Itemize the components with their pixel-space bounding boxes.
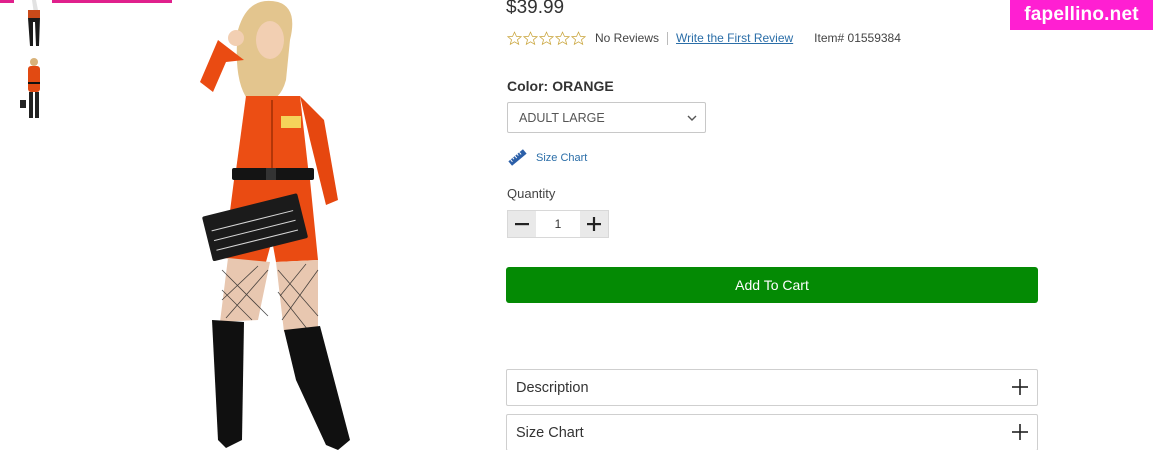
star-outline-icon: [507, 30, 522, 45]
item-number: Item# 01559384: [814, 31, 901, 45]
accordion-description[interactable]: Description: [506, 369, 1038, 406]
quantity-input[interactable]: 1: [536, 211, 580, 237]
ruler-icon: [508, 149, 527, 166]
chevron-down-icon: [687, 115, 697, 121]
quantity-label: Quantity: [507, 186, 556, 201]
no-reviews-label: No Reviews: [595, 31, 660, 45]
star-outline-icon: [523, 30, 538, 45]
product-main-image[interactable]: [178, 0, 378, 450]
divider: [667, 31, 669, 45]
quantity-decrease-button[interactable]: [508, 211, 536, 237]
thumbnail-2[interactable]: [14, 56, 52, 120]
costume-model-image: [200, 0, 350, 450]
size-chart-link[interactable]: Size Chart: [508, 148, 587, 167]
review-summary: No Reviews Write the First Review Item# …: [507, 29, 901, 47]
plus-icon: [1012, 379, 1028, 395]
color-label-text: Color:: [507, 78, 549, 94]
quantity-stepper: 1: [507, 210, 609, 238]
star-outline-icon: [539, 30, 554, 45]
accordion-size-chart[interactable]: Size Chart: [506, 414, 1038, 450]
write-review-link[interactable]: Write the First Review: [676, 31, 793, 45]
plus-icon: [1012, 424, 1028, 440]
accordion-description-label: Description: [516, 379, 589, 396]
thumbnail-1[interactable]: [14, 0, 52, 48]
color-label: Color: ORANGE: [507, 78, 614, 94]
thumbnail-2-image: [20, 58, 40, 118]
plus-icon: [587, 217, 601, 231]
star-outline-icon: [571, 30, 586, 45]
minus-icon: [515, 223, 529, 226]
quantity-increase-button[interactable]: [580, 211, 608, 237]
product-price: $39.99: [506, 0, 565, 18]
thumbnail-1-image: [28, 0, 40, 46]
accordion-size-chart-label: Size Chart: [516, 424, 584, 441]
size-dropdown[interactable]: ADULT LARGE: [507, 102, 706, 133]
size-selected-value: ADULT LARGE: [519, 110, 605, 125]
star-outline-icon: [555, 30, 570, 45]
color-value: ORANGE: [552, 78, 614, 94]
size-chart-link-label: Size Chart: [536, 151, 588, 164]
add-to-cart-button[interactable]: Add To Cart: [506, 267, 1038, 303]
watermark: fapellino.net: [1010, 0, 1153, 30]
star-rating[interactable]: [507, 30, 586, 46]
